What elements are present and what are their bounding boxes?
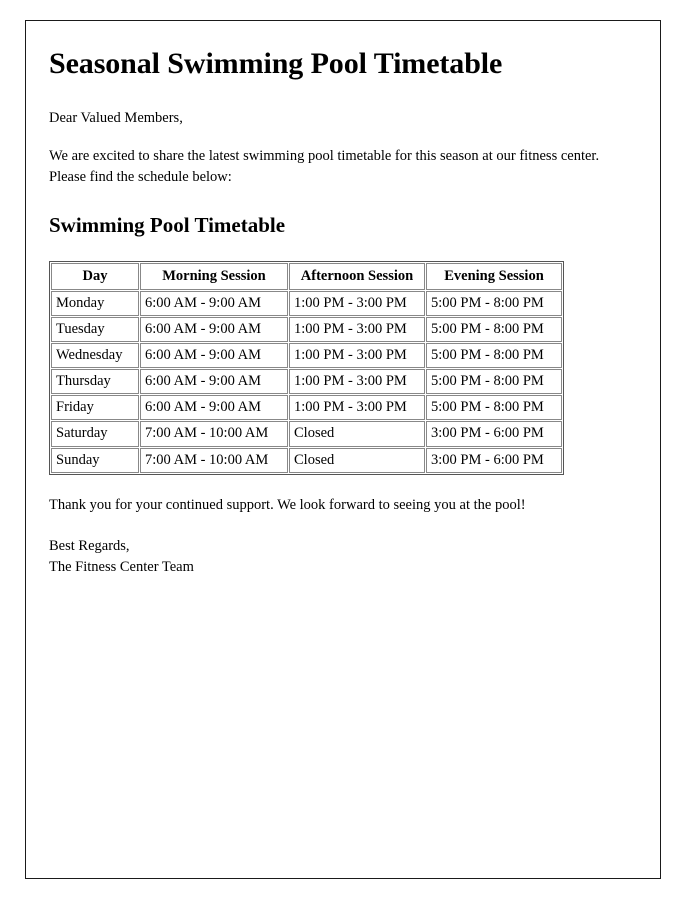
cell-evening: 5:00 PM - 8:00 PM bbox=[426, 395, 562, 421]
column-header-evening-session: Evening Session bbox=[426, 262, 562, 290]
cell-day: Thursday bbox=[51, 369, 139, 395]
cell-evening: 3:00 PM - 6:00 PM bbox=[426, 421, 562, 447]
signoff-block: Best Regards, The Fitness Center Team bbox=[49, 536, 636, 577]
cell-day: Wednesday bbox=[51, 343, 139, 369]
cell-afternoon: 1:00 PM - 3:00 PM bbox=[289, 290, 425, 316]
table-row: Thursday 6:00 AM - 9:00 AM 1:00 PM - 3:0… bbox=[51, 369, 562, 395]
cell-evening: 5:00 PM - 8:00 PM bbox=[426, 343, 562, 369]
table-row: Friday 6:00 AM - 9:00 AM 1:00 PM - 3:00 … bbox=[51, 395, 562, 421]
intro-paragraph: We are excited to share the latest swimm… bbox=[49, 148, 600, 185]
cell-evening: 3:00 PM - 6:00 PM bbox=[426, 447, 562, 473]
cell-morning: 6:00 AM - 9:00 AM bbox=[140, 343, 288, 369]
table-row: Monday 6:00 AM - 9:00 AM 1:00 PM - 3:00 … bbox=[51, 290, 562, 316]
page-title: Seasonal Swimming Pool Timetable bbox=[49, 47, 503, 80]
timetable-header: Day Morning Session Afternoon Session Ev… bbox=[51, 262, 562, 290]
column-header-morning-session: Morning Session bbox=[140, 262, 288, 290]
column-header-day: Day bbox=[51, 262, 139, 290]
document-page: Seasonal Swimming Pool Timetable Dear Va… bbox=[25, 20, 661, 879]
cell-afternoon: 1:00 PM - 3:00 PM bbox=[289, 395, 425, 421]
cell-day: Friday bbox=[51, 395, 139, 421]
table-row: Wednesday 6:00 AM - 9:00 AM 1:00 PM - 3:… bbox=[51, 343, 562, 369]
cell-day: Saturday bbox=[51, 421, 139, 447]
table-header-row: Day Morning Session Afternoon Session Ev… bbox=[51, 262, 562, 290]
cell-morning: 6:00 AM - 9:00 AM bbox=[140, 316, 288, 343]
cell-afternoon: 1:00 PM - 3:00 PM bbox=[289, 316, 425, 343]
section-heading-timetable: Swimming Pool Timetable bbox=[49, 212, 286, 237]
salutation-text: Dear Valued Members, bbox=[49, 109, 183, 126]
cell-morning: 6:00 AM - 9:00 AM bbox=[140, 369, 288, 395]
cell-afternoon: Closed bbox=[289, 421, 425, 447]
signoff-line-team: The Fitness Center Team bbox=[49, 558, 194, 575]
timetable-body: Monday 6:00 AM - 9:00 AM 1:00 PM - 3:00 … bbox=[51, 290, 562, 473]
cell-afternoon: 1:00 PM - 3:00 PM bbox=[289, 369, 425, 395]
cell-afternoon: 1:00 PM - 3:00 PM bbox=[289, 343, 425, 369]
signoff-line-regards: Best Regards, bbox=[49, 538, 130, 555]
cell-morning: 7:00 AM - 10:00 AM bbox=[140, 447, 288, 473]
table-row: Tuesday 6:00 AM - 9:00 AM 1:00 PM - 3:00… bbox=[51, 316, 562, 343]
cell-morning: 7:00 AM - 10:00 AM bbox=[140, 421, 288, 447]
cell-afternoon: Closed bbox=[289, 447, 425, 473]
cell-evening: 5:00 PM - 8:00 PM bbox=[426, 290, 562, 316]
cell-day: Monday bbox=[51, 290, 139, 316]
closing-paragraph: Thank you for your continued support. We… bbox=[49, 496, 526, 513]
cell-morning: 6:00 AM - 9:00 AM bbox=[140, 395, 288, 421]
table-row: Sunday 7:00 AM - 10:00 AM Closed 3:00 PM… bbox=[51, 447, 562, 473]
cell-evening: 5:00 PM - 8:00 PM bbox=[426, 316, 562, 343]
cell-day: Sunday bbox=[51, 447, 139, 473]
cell-day: Tuesday bbox=[51, 316, 139, 343]
timetable-table: Day Morning Session Afternoon Session Ev… bbox=[49, 260, 564, 475]
cell-evening: 5:00 PM - 8:00 PM bbox=[426, 369, 562, 395]
cell-morning: 6:00 AM - 9:00 AM bbox=[140, 290, 288, 316]
table-row: Saturday 7:00 AM - 10:00 AM Closed 3:00 … bbox=[51, 421, 562, 447]
column-header-afternoon-session: Afternoon Session bbox=[289, 262, 425, 290]
document-body: Seasonal Swimming Pool Timetable Dear Va… bbox=[26, 21, 660, 577]
